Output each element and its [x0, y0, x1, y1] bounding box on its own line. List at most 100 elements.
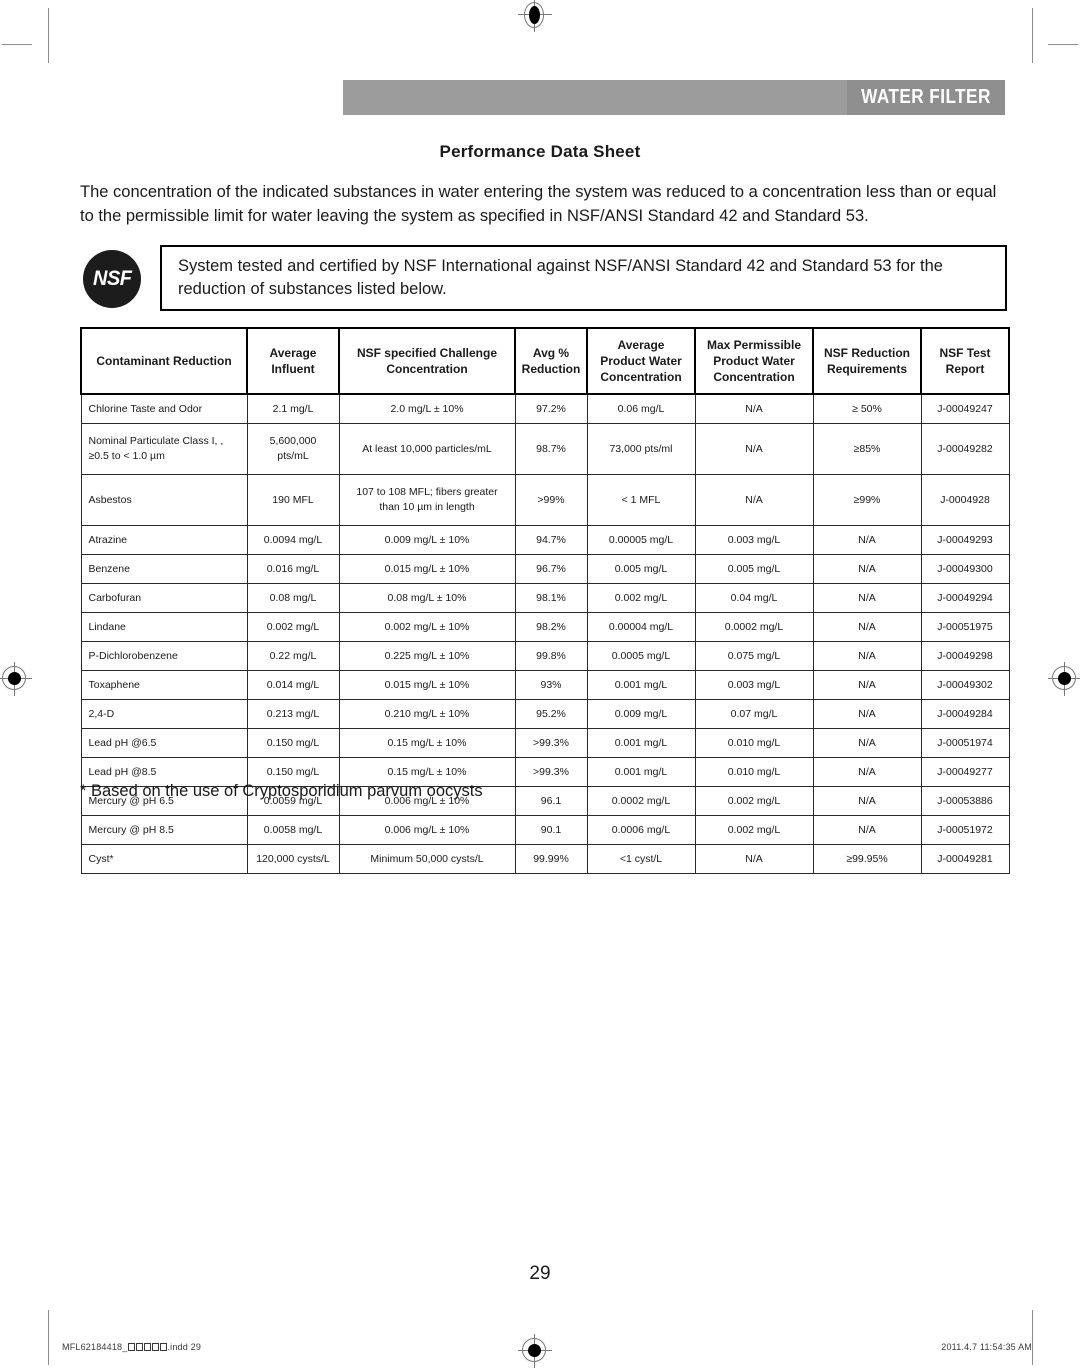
table-header-cell-7: NSF Test Report — [920, 327, 1010, 395]
cell-challenge: At least 10,000 particles/mL — [338, 423, 516, 475]
cell-product: 0.001 mg/L — [586, 670, 696, 700]
table-row: Asbestos 190 MFL 107 to 108 MFL; fibers gr… — [80, 474, 1010, 526]
table-row: Lead pH @6.5 0.150 mg/L 0.15 mg/L ± 10% >99… — [80, 728, 1010, 758]
cell-challenge: Minimum 50,000 cysts/L — [338, 844, 516, 874]
nsf-logo-label: NSF — [92, 267, 132, 290]
cell-line: pts/mL — [277, 450, 309, 462]
table-header-cell-2: NSF specified Challenge Concentration — [338, 327, 516, 395]
section-banner: WATER FILTER — [343, 80, 1005, 115]
cell-requirement: N/A — [812, 786, 922, 816]
table-header-row: Contaminant Reduction Average Influent NSF … — [80, 327, 1010, 395]
cell-reduction: >99.3% — [514, 757, 588, 787]
cell-reduction: 93% — [514, 670, 588, 700]
cell-line: 0.005 mg/L — [727, 562, 781, 575]
cell-name: Asbestos — [80, 474, 248, 526]
cell-line: N/A — [745, 402, 763, 415]
cell-product: 73,000 pts/ml — [586, 423, 696, 475]
cell-line: 0.210 mg/L ± 10% — [384, 707, 470, 720]
cell-line: 0.15 mg/L ± 10% — [387, 765, 467, 778]
cell-line: 0.002 mg/L — [266, 620, 320, 633]
cell-requirement: N/A — [812, 641, 922, 671]
header-line: Average — [617, 338, 665, 352]
cell-reduction: 99.8% — [514, 641, 588, 671]
cell-line: 99.99% — [533, 852, 569, 865]
cell-line: N/A — [858, 620, 876, 633]
table-header-cell-0: Contaminant Reduction — [80, 327, 248, 395]
header-line: Average — [269, 346, 317, 360]
cell-line: N/A — [858, 533, 876, 546]
cell-line: than 10 µm in length — [379, 501, 475, 513]
header-line: Influent — [271, 362, 315, 376]
cell-influent: 0.016 mg/L — [246, 554, 340, 584]
cell-line: 99.8% — [536, 649, 566, 662]
cell-line: N/A — [858, 736, 876, 749]
cell-influent: 190 MFL — [246, 474, 340, 526]
cell-line: 98.2% — [536, 620, 566, 633]
cell-line: 0.213 mg/L — [266, 707, 320, 720]
table-header-cell-1: Average Influent — [246, 327, 340, 395]
cell-line: 2.0 mg/L ± 10% — [390, 402, 464, 415]
cell-line: 0.06 mg/L — [617, 402, 665, 415]
header-line: Requirements — [826, 362, 908, 376]
cell-report: J-00049298 — [920, 641, 1010, 671]
cell-line: N/A — [745, 493, 763, 506]
cell-line: 0.0002 mg/L — [724, 620, 784, 633]
cell-line: 0.07 mg/L — [730, 707, 778, 720]
crop-mark-top-right — [1032, 8, 1033, 63]
cell-max_permissible: N/A — [694, 474, 814, 526]
cell-line: N/A — [858, 649, 876, 662]
cell-line: N/A — [745, 442, 763, 455]
cell-product: 0.002 mg/L — [586, 583, 696, 613]
cell-product: 0.0006 mg/L — [586, 815, 696, 845]
header-line: NSF specified Challenge — [356, 346, 498, 360]
cell-influent: 0.0094 mg/L — [246, 525, 340, 555]
table-row: Cyst* 120,000 cysts/L Minimum 50,000 cysts… — [80, 844, 1010, 874]
crop-mark-right-top — [1048, 44, 1078, 45]
page-number: 29 — [529, 1263, 551, 1284]
crop-mark-top-left — [48, 8, 49, 63]
cell-line: J-00051974 — [937, 736, 993, 749]
missing-glyph-box — [151, 1343, 159, 1351]
page-title: Performance Data Sheet — [439, 142, 641, 161]
cell-line: J-00051972 — [937, 823, 993, 836]
cell-line: J-00049282 — [937, 442, 993, 455]
cell-line: 0.015 mg/L ± 10% — [384, 678, 470, 691]
cell-line: Atrazine — [88, 533, 128, 546]
banner-accent: WATER FILTER — [847, 80, 1005, 115]
cell-max_permissible: 0.003 mg/L — [694, 525, 814, 555]
cell-line: 0.001 mg/L — [614, 736, 668, 749]
cell-line: Carbofuran — [88, 591, 142, 604]
cell-line: Benzene — [88, 562, 130, 575]
cell-line: 0.08 mg/L ± 10% — [387, 591, 467, 604]
cell-requirement: ≥85% — [812, 423, 922, 475]
table-row: Benzene 0.016 mg/L 0.015 mg/L ± 10% 96.7% 0.… — [80, 554, 1010, 584]
cell-line: 0.009 mg/L — [614, 707, 668, 720]
cell-requirement: N/A — [812, 583, 922, 613]
cell-max_permissible: N/A — [694, 423, 814, 475]
cell-report: J-00049300 — [920, 554, 1010, 584]
cell-line: 0.225 mg/L ± 10% — [384, 649, 470, 662]
cell-line: 90.1 — [540, 823, 562, 836]
cell-influent: 0.213 mg/L — [246, 699, 340, 729]
table-row: 2,4-D 0.213 mg/L 0.210 mg/L ± 10% 95.2% 0.00… — [80, 699, 1010, 729]
footer-timestamp: 2011.4.7 11:54:35 AM — [941, 1342, 1032, 1352]
cell-line: 0.002 mg/L ± 10% — [384, 620, 470, 633]
cell-reduction: 95.2% — [514, 699, 588, 729]
cell-line: 0.001 mg/L — [614, 765, 668, 778]
cell-max_permissible: 0.04 mg/L — [694, 583, 814, 613]
cell-max_permissible: 0.07 mg/L — [694, 699, 814, 729]
cell-line: Toxaphene — [88, 678, 140, 691]
cell-line: 0.002 mg/L — [727, 823, 781, 836]
cell-reduction: >99% — [514, 474, 588, 526]
cell-reduction: 99.99% — [514, 844, 588, 874]
cell-challenge: 2.0 mg/L ± 10% — [338, 393, 516, 424]
cell-line: J-00051975 — [937, 620, 993, 633]
cell-challenge: 0.006 mg/L ± 10% — [338, 815, 516, 845]
cell-product: 0.0005 mg/L — [586, 641, 696, 671]
cell-line: J-00049277 — [937, 765, 993, 778]
crop-mark-bottom-right — [1032, 1310, 1033, 1365]
cell-line: J-0004928 — [940, 493, 990, 506]
cell-line: 0.006 mg/L ± 10% — [384, 823, 470, 836]
cell-reduction: >99.3% — [514, 728, 588, 758]
banner-title: WATER FILTER — [861, 86, 991, 108]
